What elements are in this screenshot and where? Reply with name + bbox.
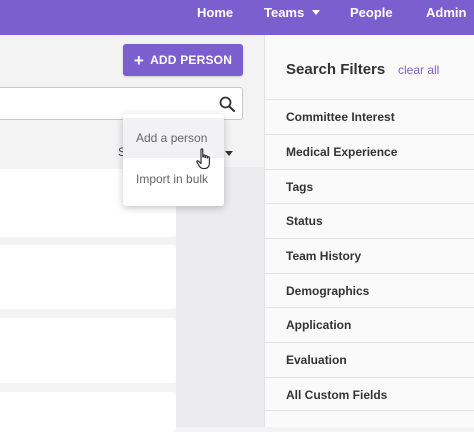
- filter-team-history[interactable]: Team History: [265, 238, 474, 272]
- add-person-label: ADD PERSON: [150, 53, 233, 67]
- search-icon[interactable]: [218, 95, 236, 113]
- nav-admin[interactable]: Admin: [426, 0, 466, 26]
- filter-medical-experience[interactable]: Medical Experience: [265, 134, 474, 168]
- chevron-down-icon: [312, 10, 321, 16]
- nav-teams[interactable]: Teams: [264, 0, 321, 26]
- filter-all-custom-fields[interactable]: All Custom Fields: [265, 377, 474, 411]
- chevron-down-icon[interactable]: [225, 151, 233, 156]
- filter-committee-interest[interactable]: Committee Interest: [265, 99, 474, 133]
- hand-pointer-cursor-icon: [196, 148, 210, 170]
- top-nav-bar: Home Teams People Admin: [0, 0, 474, 35]
- clear-all-link[interactable]: clear all: [398, 63, 439, 77]
- plus-icon: +: [133, 50, 145, 70]
- filter-demographics[interactable]: Demographics: [265, 273, 474, 307]
- filter-status[interactable]: Status: [265, 203, 474, 237]
- person-card[interactable]: [0, 245, 176, 309]
- filters-title: Search Filters: [286, 61, 386, 78]
- person-card[interactable]: [0, 318, 176, 383]
- nav-home[interactable]: Home: [197, 0, 233, 26]
- search-filters-panel: Search Filters clear all Committee Inter…: [264, 35, 474, 427]
- results-panel: [176, 167, 264, 427]
- people-list-area: + ADD PERSON S Add a person Import in bu…: [0, 35, 264, 432]
- add-person-button[interactable]: + ADD PERSON: [123, 44, 243, 76]
- filter-tags[interactable]: Tags: [265, 169, 474, 203]
- nav-people[interactable]: People: [350, 0, 393, 26]
- nav-teams-label: Teams: [264, 5, 305, 20]
- filter-evaluation[interactable]: Evaluation: [265, 342, 474, 376]
- filter-application[interactable]: Application: [265, 307, 474, 341]
- person-card[interactable]: [0, 392, 176, 432]
